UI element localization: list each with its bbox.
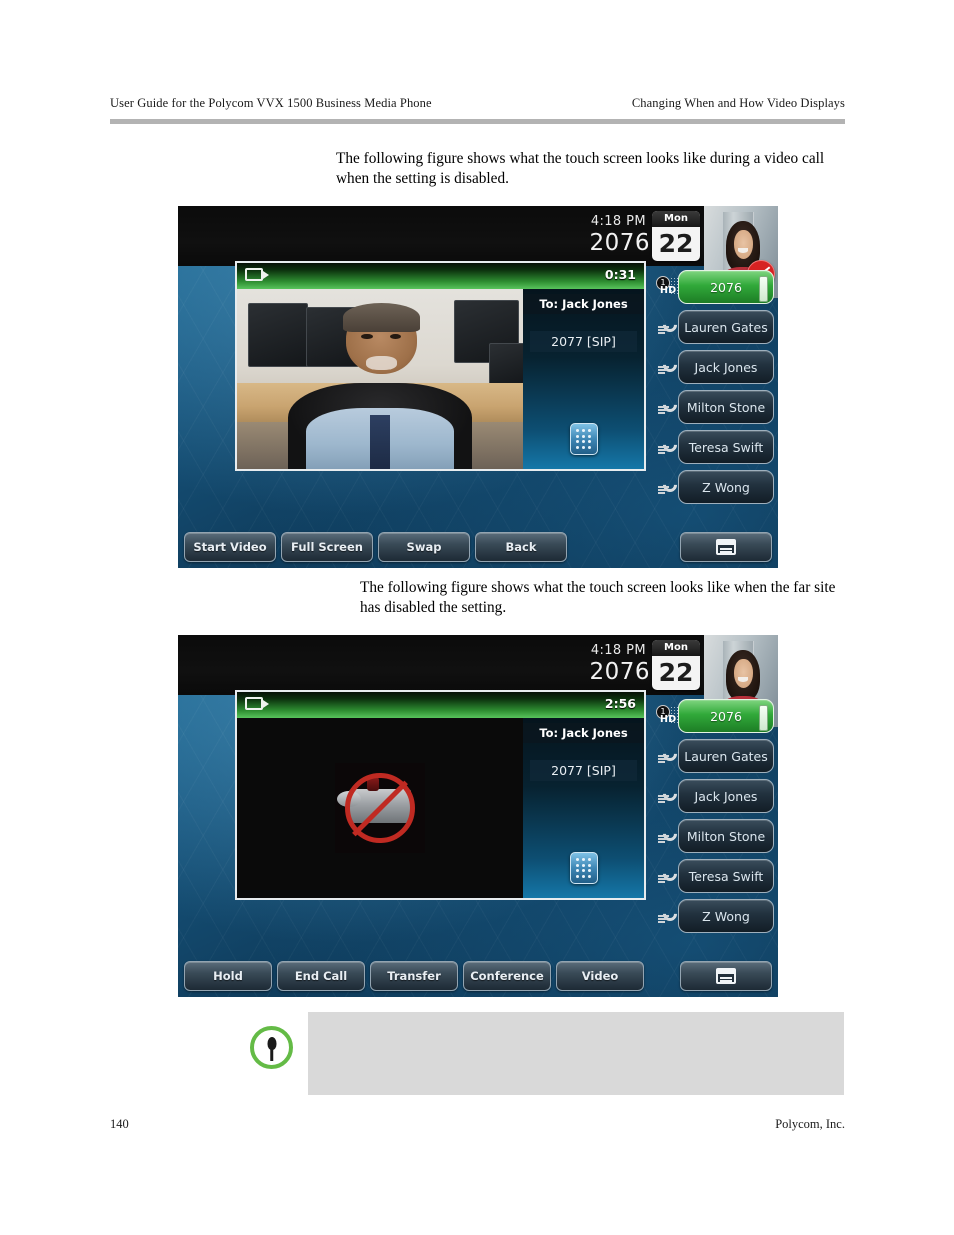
line-key-label: Jack Jones xyxy=(678,779,774,813)
soft-key-bar: Hold End Call Transfer Conference Video xyxy=(178,955,778,997)
softkey-swap[interactable]: Swap xyxy=(378,532,470,562)
line-key-2076[interactable]: 1 HD 2076 xyxy=(656,270,774,304)
self-view-smile xyxy=(738,677,748,682)
status-extension: 2076 xyxy=(589,659,650,685)
line-key-teresa-swift[interactable]: Teresa Swift xyxy=(656,430,774,464)
figure-video-call-setting-disabled: 4:18 PM 2076 Mon 22 0:31 To: Jack Jones … xyxy=(178,206,778,568)
line-key-label: Milton Stone xyxy=(678,819,774,853)
line-key-label: Teresa Swift xyxy=(678,859,774,893)
softkey-menu[interactable] xyxy=(680,532,772,562)
call-party-number: 2077 [SIP] xyxy=(530,331,637,352)
header-divider xyxy=(110,119,845,124)
softkey-full-screen[interactable]: Full Screen xyxy=(281,532,373,562)
line-key-label: Lauren Gates xyxy=(678,739,774,773)
self-view-face xyxy=(733,658,753,689)
status-time: 4:18 PM xyxy=(590,214,646,229)
self-view-smile xyxy=(738,248,748,253)
line-key-label: Jack Jones xyxy=(678,350,774,384)
far-site-video[interactable] xyxy=(237,718,523,898)
far-site-person-hair xyxy=(342,303,421,333)
calendar-widget[interactable]: Mon 22 xyxy=(652,211,700,261)
page-number: 140 xyxy=(110,1117,129,1131)
header-right-title: Changing When and How Video Displays xyxy=(631,96,845,110)
line-key-list: 1 HD 2076 Lauren Gates Jack Jones Milton… xyxy=(656,699,774,939)
line-key-label: Lauren Gates xyxy=(678,310,774,344)
line-key-teresa-swift[interactable]: Teresa Swift xyxy=(656,859,774,893)
line-key-label: 2076 xyxy=(678,699,774,733)
call-window: 0:31 To: Jack Jones 2077 [SIP] xyxy=(235,261,646,471)
video-scene-monitor xyxy=(488,343,523,385)
call-party-name: To: Jack Jones xyxy=(523,723,644,743)
softkey-end-call[interactable]: End Call xyxy=(277,961,365,991)
dialpad-icon[interactable] xyxy=(569,852,598,884)
line-key-z-wong[interactable]: Z Wong xyxy=(656,899,774,933)
footer-company: Polycom, Inc. xyxy=(775,1117,845,1131)
note-pin-icon xyxy=(250,1026,293,1069)
call-party-number: 2077 [SIP] xyxy=(530,760,637,781)
line-key-2076[interactable]: 1 HD 2076 xyxy=(656,699,774,733)
menu-window-icon xyxy=(716,539,736,555)
line-key-label: Z Wong xyxy=(678,470,774,504)
status-time: 4:18 PM xyxy=(590,643,646,658)
call-duration: 0:31 xyxy=(604,267,636,282)
call-status-bar: 2:56 xyxy=(237,692,644,718)
line-key-jack-jones[interactable]: Jack Jones xyxy=(656,779,774,813)
calendar-day-of-week: Mon xyxy=(652,211,700,227)
no-video-camera-icon xyxy=(335,763,425,853)
status-bar: 4:18 PM 2076 Mon 22 xyxy=(178,206,778,298)
call-status-bar: 0:31 xyxy=(237,263,644,289)
menu-window-icon xyxy=(716,968,736,984)
calendar-day-of-week: Mon xyxy=(652,640,700,656)
softkey-transfer[interactable]: Transfer xyxy=(370,961,458,991)
video-scene-monitor xyxy=(248,303,308,367)
status-extension: 2076 xyxy=(589,230,650,256)
pin-glyph xyxy=(267,1037,276,1050)
dialpad-icon[interactable] xyxy=(569,423,598,455)
call-party-name: To: Jack Jones xyxy=(523,294,644,314)
far-site-video[interactable] xyxy=(237,289,523,469)
video-camera-icon xyxy=(245,268,269,281)
page-footer: 140 Polycom, Inc. xyxy=(110,1117,845,1132)
softkey-menu[interactable] xyxy=(680,961,772,991)
line-key-milton-stone[interactable]: Milton Stone xyxy=(656,819,774,853)
far-site-person-beard xyxy=(365,355,398,370)
soft-key-bar: Start Video Full Screen Swap Back xyxy=(178,526,778,568)
call-info-panel: To: Jack Jones 2077 [SIP] xyxy=(523,289,644,469)
softkey-start-video[interactable]: Start Video xyxy=(184,532,276,562)
softkey-hold[interactable]: Hold xyxy=(184,961,272,991)
page-header: User Guide for the Polycom VVX 1500 Busi… xyxy=(110,96,845,111)
line-key-label: Milton Stone xyxy=(678,390,774,424)
calendar-day-number: 22 xyxy=(658,658,694,687)
line-key-jack-jones[interactable]: Jack Jones xyxy=(656,350,774,384)
line-key-lauren-gates[interactable]: Lauren Gates xyxy=(656,310,774,344)
line-key-label: 2076 xyxy=(678,270,774,304)
line-key-z-wong[interactable]: Z Wong xyxy=(656,470,774,504)
header-left-title: User Guide for the Polycom VVX 1500 Busi… xyxy=(110,96,432,110)
far-site-person-tie xyxy=(369,415,390,469)
calendar-day-number: 22 xyxy=(658,229,694,258)
line-key-lauren-gates[interactable]: Lauren Gates xyxy=(656,739,774,773)
call-window: 2:56 To: Jack Jones 2077 [SIP] xyxy=(235,690,646,900)
call-info-panel: To: Jack Jones 2077 [SIP] xyxy=(523,718,644,898)
video-camera-icon xyxy=(245,697,269,710)
softkey-back[interactable]: Back xyxy=(475,532,567,562)
softkey-conference[interactable]: Conference xyxy=(463,961,551,991)
self-view-face xyxy=(733,229,753,260)
softkey-video[interactable]: Video xyxy=(556,961,644,991)
figure-far-site-setting-disabled: 4:18 PM 2076 Mon 22 2:56 To: Jack Jones … xyxy=(178,635,778,997)
paragraph-intro-far-site: The following figure shows what the touc… xyxy=(360,579,836,616)
status-bar: 4:18 PM 2076 Mon 22 xyxy=(178,635,778,727)
calendar-widget[interactable]: Mon 22 xyxy=(652,640,700,690)
call-duration: 2:56 xyxy=(604,696,636,711)
paragraph-intro-disabled: The following figure shows what the touc… xyxy=(336,150,825,187)
line-key-milton-stone[interactable]: Milton Stone xyxy=(656,390,774,424)
line-key-label: Z Wong xyxy=(678,899,774,933)
note-callout-box xyxy=(308,1012,844,1095)
line-key-label: Teresa Swift xyxy=(678,430,774,464)
line-key-list: 1 HD 2076 Lauren Gates Jack Jones Milton… xyxy=(656,270,774,510)
